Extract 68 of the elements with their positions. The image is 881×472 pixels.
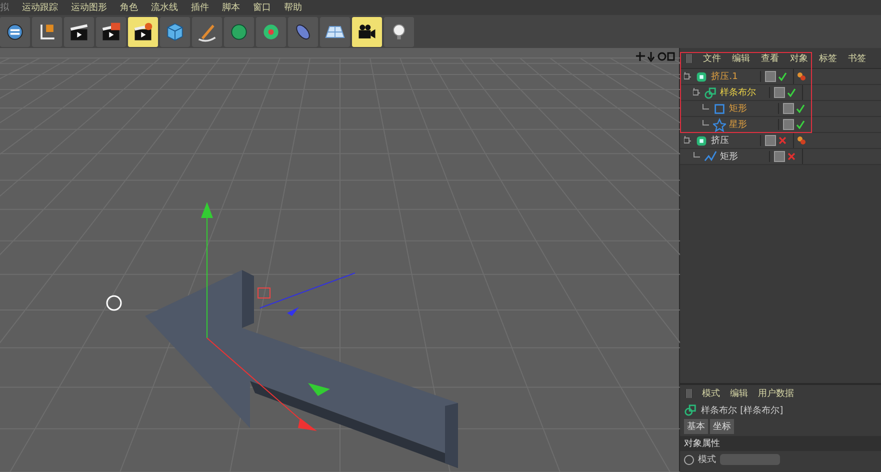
star-icon [713,118,726,132]
menu-item[interactable]: 查看 [761,52,780,64]
tab[interactable]: 基本 [684,419,708,434]
menu-item[interactable]: 标签 [819,52,838,64]
tree-branch-icon [684,136,692,146]
layer-toggle[interactable] [774,87,786,98]
object-name[interactable]: 星形 [729,118,748,131]
tag-icon[interactable] [797,136,806,145]
render-settings-icon [132,20,154,42]
grip-icon[interactable] [686,54,692,62]
view-navigation-icon[interactable] [635,51,676,62]
menu-item[interactable]: 文件 [703,52,722,64]
check-icon[interactable] [796,120,806,129]
object-name[interactable]: 矩形 [729,102,748,115]
object-title: 样条布尔 [样条布尔] [701,404,784,416]
toolbar-button[interactable] [0,16,30,46]
toolbar-button[interactable] [64,16,94,46]
section-header: 对象属性 [680,436,881,451]
menu-item[interactable]: 编辑 [730,386,748,400]
menu-item[interactable]: 模式 [702,386,720,400]
menu-item[interactable]: 流水线 [151,1,178,14]
menu-item[interactable]: 用户数据 [758,386,794,400]
cross-icon[interactable] [787,152,796,161]
check-icon[interactable] [796,104,806,113]
extrude-icon [695,70,708,84]
tree-branch-icon [693,88,702,98]
menu-item[interactable]: 角色 [120,1,138,14]
layer-toggle[interactable] [765,71,776,82]
menu-item[interactable]: 运动跟踪 [22,1,58,14]
toolbar-button[interactable] [128,16,158,46]
spline-icon [704,150,718,164]
menu-item[interactable]: 编辑 [732,52,750,64]
cube-icon [164,20,186,42]
tree-branch-icon [684,72,692,82]
spline-boolean-icon [704,86,718,100]
extrude-icon [695,134,708,148]
menu-item[interactable]: 运动图形 [71,1,107,14]
check-icon[interactable] [778,72,788,81]
object-name[interactable]: 样条布尔 [720,86,756,99]
field-label: 模式 [698,454,716,466]
rectangle-icon [713,102,726,116]
tag-icon[interactable] [797,72,806,81]
toolbar-button[interactable] [320,16,350,46]
menu-item[interactable]: 窗口 [253,1,271,14]
toolbar-button[interactable] [96,16,126,46]
menu-item[interactable]: 书签 [848,52,866,64]
menu-item[interactable]: 脚本 [222,1,240,14]
toolbar-button[interactable] [384,16,414,46]
tab[interactable]: 坐标 [710,419,734,434]
grip-icon[interactable] [686,388,692,398]
object-name[interactable]: 挤压.1 [711,70,738,83]
spline-boolean-icon [684,403,698,417]
menu-item[interactable]: 对象 [790,52,808,64]
layer-toggle[interactable] [783,119,794,130]
toolbar-button[interactable] [32,16,62,46]
toolbar-button[interactable] [352,16,382,46]
render-view-icon [100,20,122,42]
check-icon[interactable] [787,88,796,97]
object-name[interactable]: 挤压 [711,134,730,147]
layer-toggle[interactable] [774,151,786,162]
menu-item[interactable]: 帮助 [284,1,302,14]
menu-item[interactable]: 插件 [191,1,209,14]
layer-toggle[interactable] [765,135,776,146]
layer-toggle[interactable] [783,103,794,114]
cursor-icon [106,295,122,311]
radio-button[interactable] [684,454,694,464]
object-name[interactable]: 矩形 [720,150,738,163]
cross-icon[interactable] [778,136,788,145]
